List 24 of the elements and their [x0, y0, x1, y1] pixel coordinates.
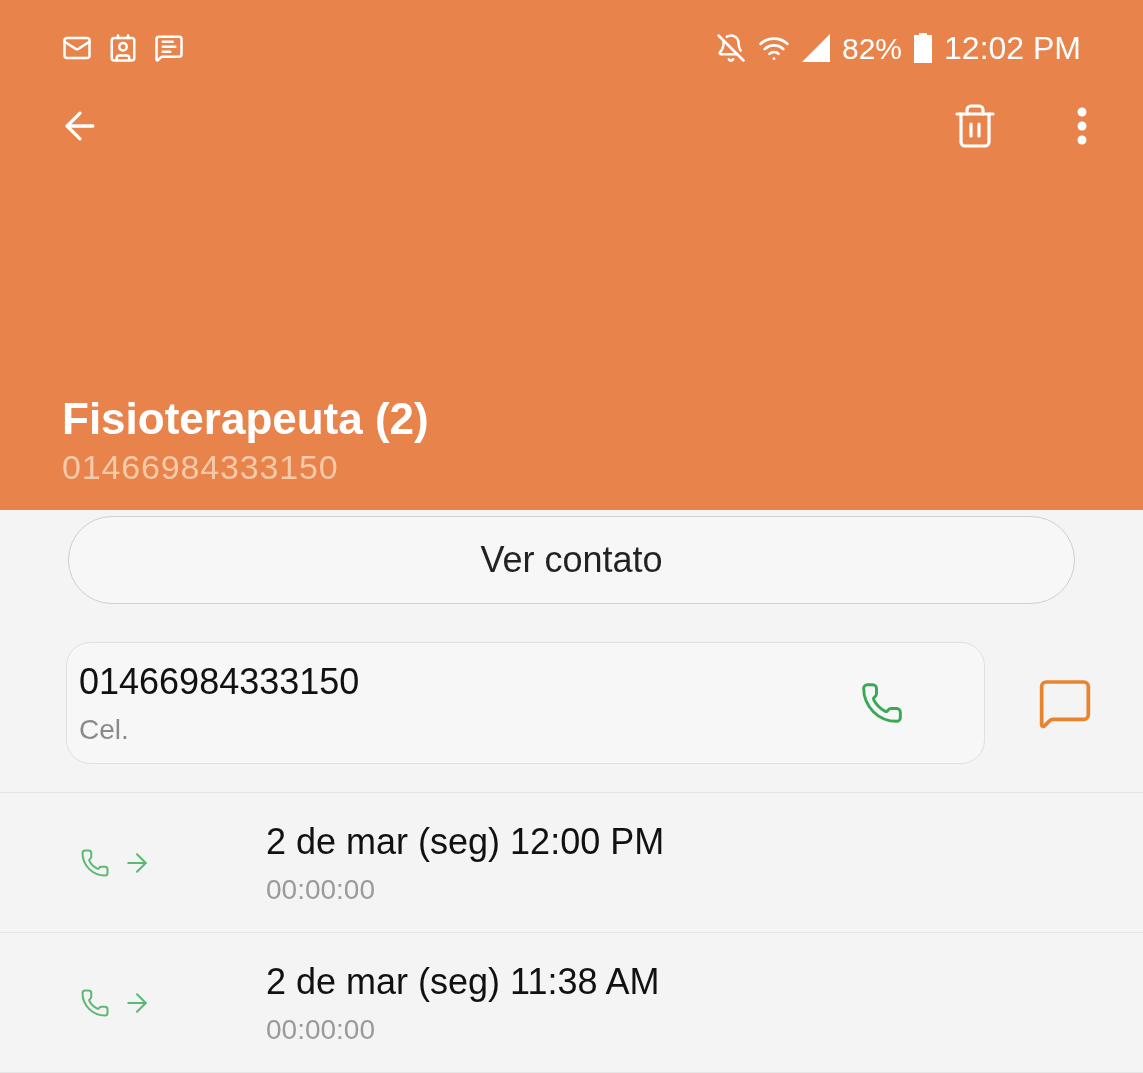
call-datetime: 2 de mar (seg) 12:00 PM [266, 819, 665, 864]
message-icon [154, 33, 184, 63]
status-time: 12:02 PM [944, 29, 1081, 68]
phone-icon [860, 681, 904, 725]
call-datetime: 2 de mar (seg) 11:38 AM [266, 959, 660, 1004]
call-log-row[interactable]: 2 de mar (seg) 12:00 PM 00:00:00 [0, 793, 1143, 933]
phone-icon [80, 847, 110, 878]
number-card[interactable]: 01466984333150 Cel. [66, 642, 985, 764]
call-duration: 00:00:00 [266, 1012, 376, 1047]
phone-icon [80, 987, 110, 1018]
phone-number: 01466984333150 [79, 660, 360, 704]
contact-card-icon [108, 33, 138, 63]
contact-number: 01466984333150 [62, 446, 340, 488]
call-button[interactable] [860, 681, 904, 725]
call-duration: 00:00:00 [266, 872, 376, 907]
battery-icon [914, 33, 933, 63]
kebab-menu-icon [1077, 107, 1087, 145]
contact-name: Fisioterapeuta (2) [62, 392, 430, 445]
view-contact-button[interactable]: Ver contato [68, 516, 1075, 604]
battery-percentage: 82% [842, 30, 903, 67]
signal-icon [802, 34, 830, 62]
mute-icon [716, 33, 746, 63]
number-type: Cel. [79, 713, 130, 747]
call-log-row[interactable]: 2 de mar (seg) 11:38 AM 00:00:00 [0, 933, 1143, 1073]
